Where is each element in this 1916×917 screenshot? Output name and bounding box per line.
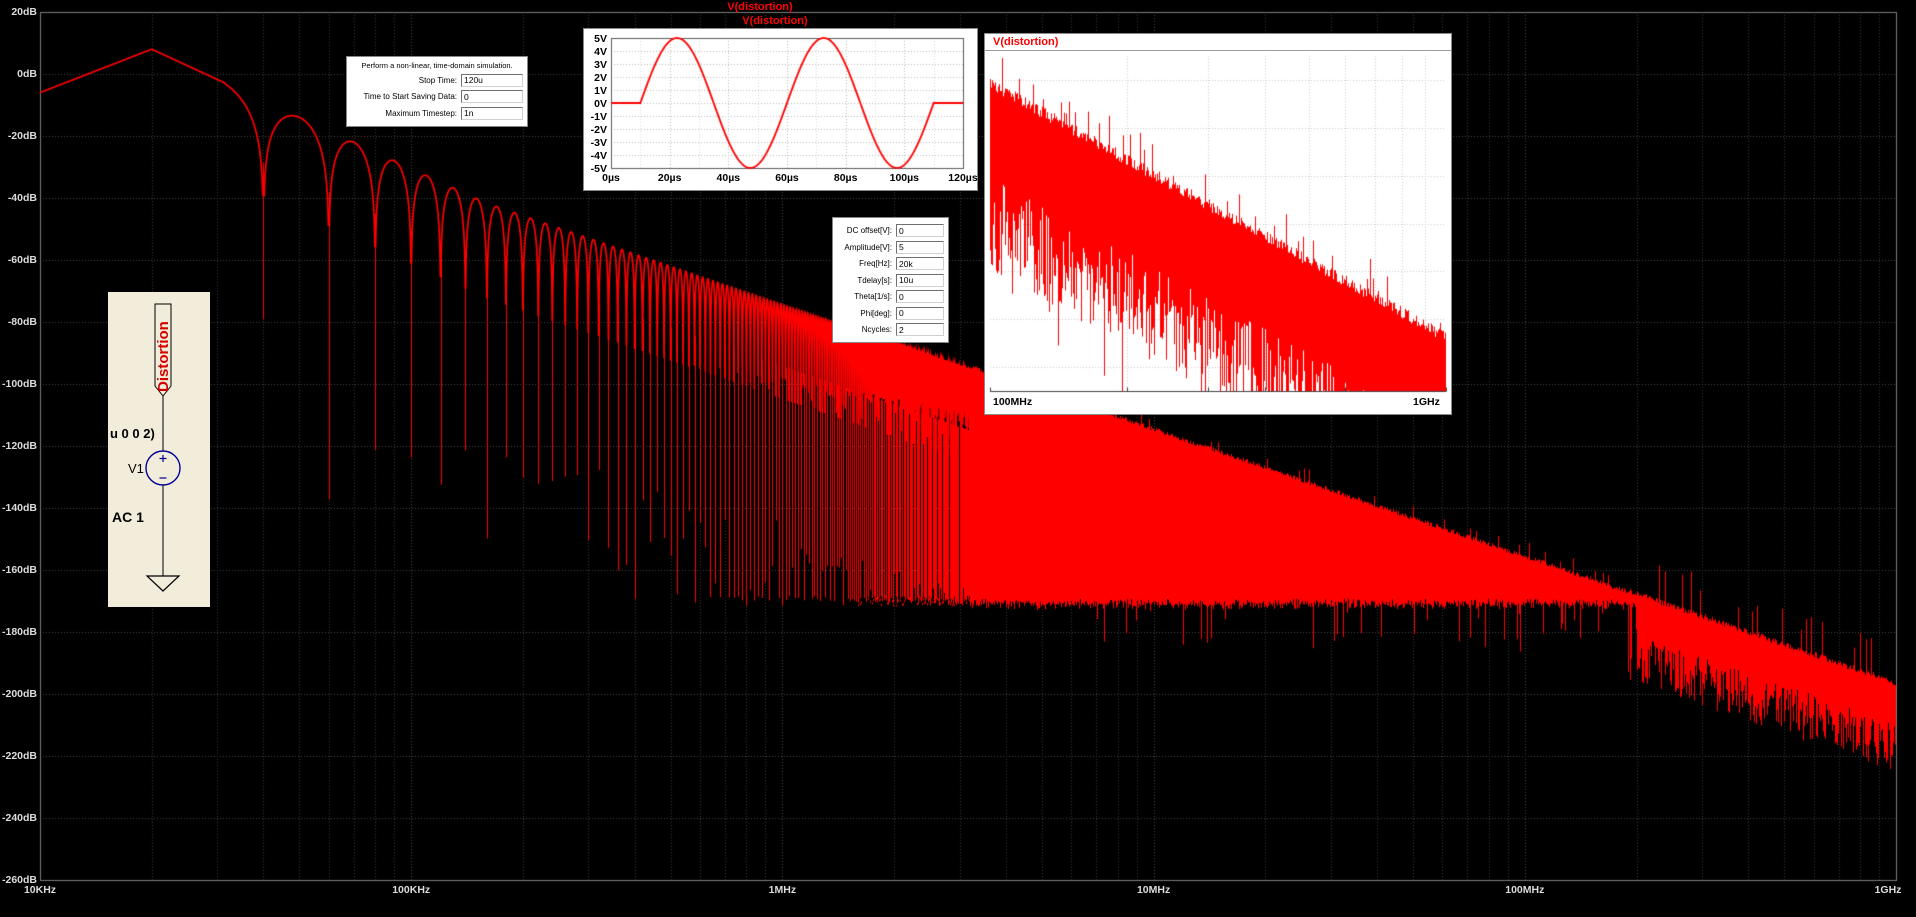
schematic-region: Distortion u 0 0 2) V1 AC 1 xyxy=(108,292,210,607)
field-label: Amplitude[V]: xyxy=(844,242,892,252)
inset-fft-title: V(distortion) xyxy=(993,36,1059,48)
field-label: Maximum Timestep: xyxy=(385,108,457,118)
y-axis-label: -240dB xyxy=(1,812,37,824)
inset-time-x-label: 120µs xyxy=(948,172,978,184)
field-label: Freq[Hz]: xyxy=(859,259,892,268)
start-saving-input[interactable] xyxy=(461,90,523,103)
x-axis-label: 100MHz xyxy=(1505,884,1545,896)
x-axis-label: 1GHz xyxy=(1874,884,1902,896)
field-label: DC offset[V]: xyxy=(846,226,892,235)
inset-time-pane[interactable] xyxy=(583,28,978,191)
schematic-canvas: Distortion u 0 0 2) V1 AC 1 xyxy=(110,303,181,592)
y-axis-label: -220dB xyxy=(1,750,37,762)
inset-time-y-label: 1V xyxy=(594,85,607,97)
inset-fft-pane[interactable]: V(distortion) xyxy=(984,33,1452,415)
y-axis-label: -40dB xyxy=(7,192,37,204)
dialog-row: Tdelay[s]: xyxy=(837,273,944,287)
inset-time-y-label: -1V xyxy=(590,111,607,123)
separator xyxy=(985,50,1451,51)
phi-input[interactable] xyxy=(896,306,944,320)
inset-fft-x-label: 1GHz xyxy=(1413,396,1440,408)
dialog-row: Amplitude[V]: xyxy=(837,240,944,254)
x-axis-label: 10KHz xyxy=(23,884,57,896)
dialog-row: Phi[deg]: xyxy=(837,306,944,320)
dialog-row: Stop Time: xyxy=(351,73,523,87)
ground-symbol[interactable] xyxy=(145,575,181,592)
plus-sign-icon xyxy=(159,455,167,462)
inset-time-y-label: -4V xyxy=(590,150,607,162)
field-label: Ncycles: xyxy=(861,325,892,334)
y-axis-label: -80dB xyxy=(7,316,37,328)
ltspice-window: 20dB 0dB -20dB -40dB -60dB -80dB -100dB -120dB -… xyxy=(0,0,1916,917)
field-label: Phi[deg]: xyxy=(860,308,892,318)
dialog-row: DC offset[V]: xyxy=(837,224,944,238)
net-label-text[interactable]: Distortion xyxy=(155,321,172,392)
inset-time-x-label: 100µs xyxy=(889,172,920,184)
inset-time-y-label: 4V xyxy=(594,46,607,58)
y-axis-label: -180dB xyxy=(1,626,37,638)
x-axis-label: 1MHz xyxy=(768,884,797,896)
inset-time-y-label: 3V xyxy=(594,59,607,71)
amplitude-input[interactable] xyxy=(896,240,944,254)
y-axis-label: -100dB xyxy=(1,378,37,390)
dialog-row: Time to Start Saving Data: xyxy=(351,90,523,104)
field-label: Theta[1/s]: xyxy=(854,292,892,301)
sine-params-dialog: DC offset[V]: Amplitude[V]: Freq[Hz]: Td… xyxy=(832,217,949,343)
freq-input[interactable] xyxy=(896,257,944,270)
designator-text[interactable]: V1 xyxy=(128,461,144,476)
field-label: Time to Start Saving Data: xyxy=(363,92,457,101)
y-axis-label: -200dB xyxy=(1,688,37,700)
inset-time-y-label: 0V xyxy=(594,98,607,110)
inset-time-y-label: 5V xyxy=(594,33,607,45)
y-axis-label: -140dB xyxy=(1,502,37,514)
transient-dialog: Perform a non-linear, time-domain simula… xyxy=(346,56,528,127)
theta-input[interactable] xyxy=(896,290,944,303)
transient-dialog-title: Perform a non-linear, time-domain simula… xyxy=(361,61,513,70)
x-axis-label: 100KHz xyxy=(392,884,431,896)
inset-time-x-label: 80µs xyxy=(833,172,858,184)
ncycles-input[interactable] xyxy=(896,323,944,336)
inset-time-y-label: 2V xyxy=(594,72,607,84)
y-axis-label: -160dB xyxy=(1,564,37,576)
inset-time-y-label: -3V xyxy=(590,137,607,149)
dialog-row: Maximum Timestep: xyxy=(351,106,523,120)
stop-time-input[interactable] xyxy=(461,73,523,87)
inset-time-title: V(distortion) xyxy=(742,15,808,27)
dialog-row: Freq[Hz]: xyxy=(837,257,944,271)
tdelay-input[interactable] xyxy=(896,273,944,287)
x-axis-label: 10MHz xyxy=(1136,884,1171,896)
dialog-row: Ncycles: xyxy=(837,323,944,337)
field-label: Tdelay[s]: xyxy=(857,275,892,285)
y-axis-label: -20dB xyxy=(7,130,37,142)
inset-time-x-label: 0µs xyxy=(602,172,620,184)
inset-time-x-label: 40µs xyxy=(716,172,741,184)
inset-time-x-label: 20µs xyxy=(657,172,682,184)
main-plot-title: V(distortion) xyxy=(727,1,793,13)
y-axis-label: 20dB xyxy=(11,6,37,18)
field-label: Stop Time: xyxy=(418,75,457,85)
y-axis-label: -120dB xyxy=(1,440,37,452)
y-axis-label: -60dB xyxy=(7,254,37,266)
y-axis-label: 0dB xyxy=(17,68,37,80)
ac-spec-text[interactable]: AC 1 xyxy=(112,509,144,525)
inset-fft-x-label: 100MHz xyxy=(993,396,1033,408)
inset-time-x-label: 60µs xyxy=(775,172,799,184)
inset-time-y-label: -2V xyxy=(590,124,607,136)
dc-offset-input[interactable] xyxy=(896,224,944,237)
dialog-row: Theta[1/s]: xyxy=(837,290,944,304)
max-timestep-input[interactable] xyxy=(461,106,523,120)
spice-directive-fragment[interactable]: u 0 0 2) xyxy=(110,426,155,441)
